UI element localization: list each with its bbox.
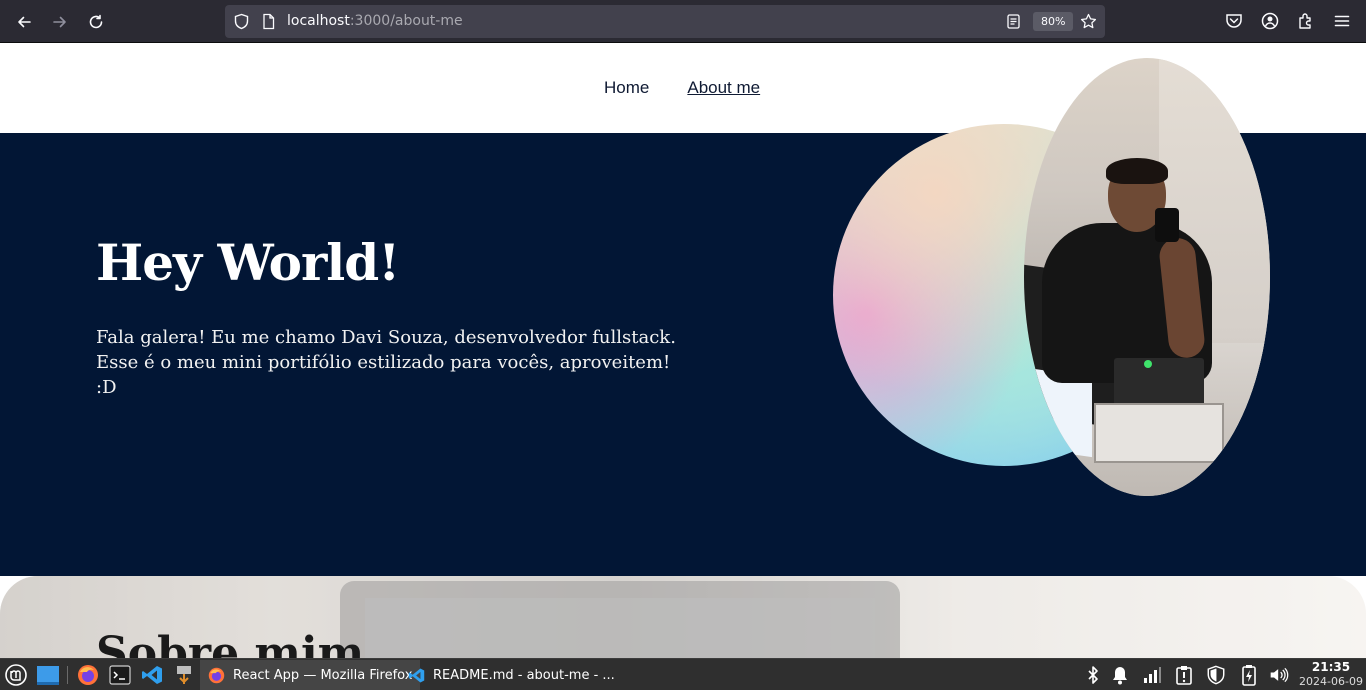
- url-text[interactable]: localhost:3000/about-me: [287, 13, 463, 29]
- nav-link-about-me[interactable]: About me: [687, 78, 760, 98]
- reload-icon: [89, 14, 103, 29]
- taskbar-task-label: React App — Mozilla Firefox: [233, 667, 413, 683]
- arrow-right-icon: [53, 16, 66, 28]
- network-signal-icon[interactable]: [1142, 665, 1162, 685]
- zoom-level-badge[interactable]: 80%: [1033, 12, 1074, 31]
- profile-photo: [1024, 58, 1270, 496]
- site-nav: Home About me: [604, 78, 760, 98]
- forward-button[interactable]: [47, 9, 73, 35]
- taskbar-task-firefox[interactable]: React App — Mozilla Firefox: [200, 660, 421, 690]
- reader-view-icon[interactable]: [1005, 13, 1022, 30]
- hero-text: Fala galera! Eu me chamo Davi Souza, des…: [96, 327, 676, 398]
- url-host: localhost: [287, 13, 350, 29]
- vscode-icon: [408, 668, 425, 682]
- firefox-launcher-icon[interactable]: [76, 663, 100, 687]
- reload-button[interactable]: [83, 9, 109, 35]
- page-icon[interactable]: [260, 13, 277, 30]
- bookmark-star-icon[interactable]: [1080, 13, 1097, 30]
- os-taskbar: React App — Mozilla Firefox README.md - …: [0, 658, 1366, 690]
- notifications-bell-icon[interactable]: [1110, 665, 1130, 685]
- firefox-icon: [208, 667, 225, 683]
- url-path: :3000/about-me: [349, 13, 463, 29]
- system-clock[interactable]: 21:35 2024-06-09: [1298, 660, 1364, 689]
- usb-creator-icon[interactable]: [172, 663, 196, 687]
- mint-menu-icon[interactable]: [4, 663, 28, 687]
- taskbar-task-vscode[interactable]: README.md - about-me - ...: [400, 660, 623, 690]
- battery-charging-icon[interactable]: [1239, 665, 1259, 686]
- account-icon[interactable]: [1260, 11, 1280, 31]
- shield-icon[interactable]: [233, 13, 250, 30]
- show-desktop-icon[interactable]: [36, 663, 60, 687]
- hero-title: Hey World!: [96, 233, 400, 292]
- vscode-launcher-icon[interactable]: [140, 663, 164, 687]
- update-manager-icon[interactable]: [1174, 665, 1194, 685]
- volume-icon[interactable]: [1269, 665, 1289, 685]
- pocket-icon[interactable]: [1224, 11, 1244, 31]
- clock-time: 21:35: [1311, 660, 1351, 674]
- extensions-icon[interactable]: [1296, 11, 1316, 31]
- nav-link-home[interactable]: Home: [604, 78, 649, 98]
- arrow-left-icon: [18, 16, 31, 28]
- clock-date: 2024-06-09: [1299, 675, 1363, 688]
- url-bar[interactable]: localhost:3000/about-me 80%: [225, 5, 1105, 38]
- terminal-icon[interactable]: [108, 663, 132, 687]
- back-button[interactable]: [11, 9, 37, 35]
- browser-toolbar: localhost:3000/about-me 80%: [0, 0, 1366, 43]
- about-section: Sobre mim: [0, 576, 1366, 658]
- bluetooth-icon[interactable]: [1083, 665, 1103, 685]
- shield-security-icon[interactable]: [1206, 665, 1226, 685]
- menu-hamburger-icon[interactable]: [1332, 11, 1352, 31]
- taskbar-task-label: README.md - about-me - ...: [433, 667, 615, 683]
- about-title: Sobre mim: [96, 628, 365, 658]
